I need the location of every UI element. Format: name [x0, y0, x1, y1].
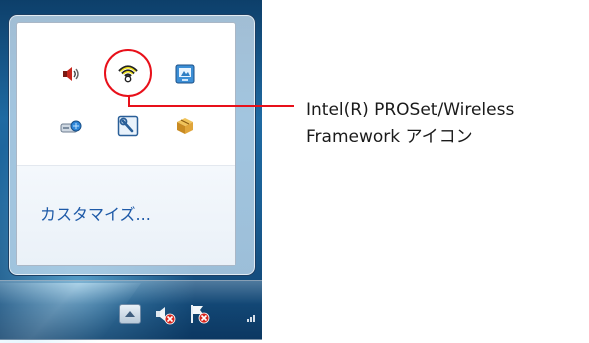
action-center-error-icon[interactable]: [188, 302, 212, 326]
package-box-icon[interactable]: [174, 115, 196, 137]
callout-leader-line: [128, 105, 294, 107]
show-hidden-icons-button[interactable]: [119, 304, 141, 324]
callout-highlight-circle: [104, 49, 152, 97]
display-settings-icon[interactable]: [174, 63, 196, 85]
network-icon[interactable]: [246, 310, 260, 324]
network-drive-icon[interactable]: [60, 115, 82, 137]
wrench-tool-icon[interactable]: [117, 115, 139, 137]
callout-label: Intel(R) PROSet/Wireless Framework アイコン: [306, 97, 588, 151]
chevron-up-icon: [125, 311, 135, 317]
volume-muted-icon[interactable]: [154, 304, 178, 326]
customize-link[interactable]: カスタマイズ...: [40, 201, 151, 225]
callout-label-line-2: Framework アイコン: [306, 127, 473, 147]
callout-label-line-1: Intel(R) PROSet/Wireless: [306, 100, 515, 120]
volume-icon[interactable]: [60, 63, 82, 85]
